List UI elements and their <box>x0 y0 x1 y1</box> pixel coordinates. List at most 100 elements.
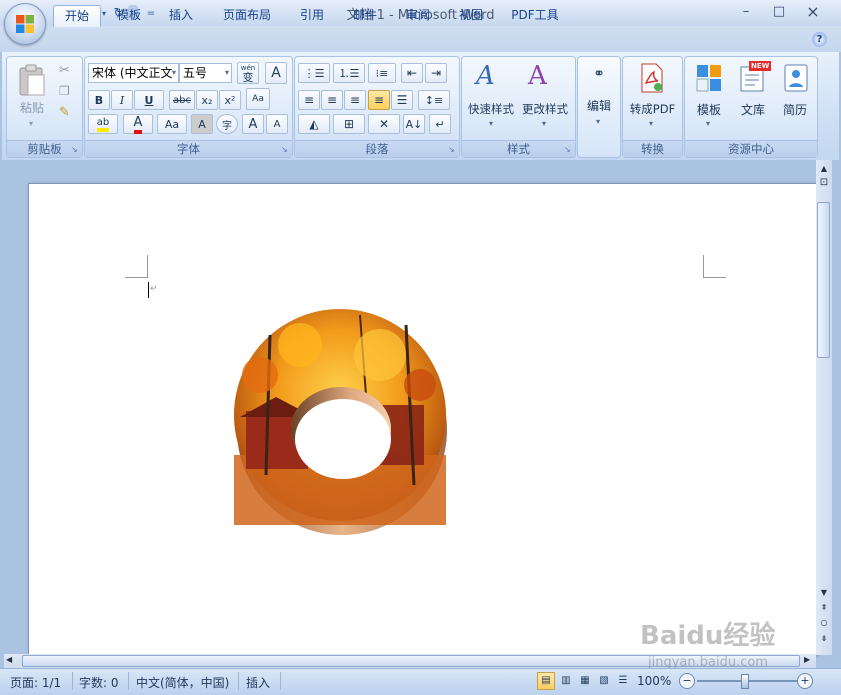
phonetic-guide-button[interactable]: wén 变 <box>237 62 259 84</box>
print-layout-view-icon[interactable]: ▤ <box>537 672 555 690</box>
font-color-button[interactable]: A <box>123 114 153 134</box>
convert-to-pdf-button[interactable]: 转成PDF <box>623 101 682 117</box>
minimize-button[interactable]: – <box>733 2 759 22</box>
tab-mailings[interactable]: 邮件 <box>345 5 385 26</box>
draft-view-icon[interactable]: ☰ <box>614 672 632 690</box>
bullets-button[interactable]: ⋮☰ <box>298 63 330 83</box>
shrink-font-button[interactable]: A <box>266 114 288 134</box>
scroll-left-arrow-icon[interactable]: ◀ <box>6 655 12 664</box>
close-button[interactable]: × <box>800 2 826 22</box>
editing-dropdown-icon[interactable]: ▾ <box>596 117 600 126</box>
template-icon[interactable] <box>695 63 723 93</box>
font-name-combo[interactable]: 宋体 (中文正文 ▾ <box>88 63 179 83</box>
tab-home[interactable]: 开始 <box>53 5 101 27</box>
character-border-button[interactable]: A <box>265 62 287 84</box>
format-painter-icon[interactable]: ✎ <box>59 105 70 120</box>
font-name-dropdown-icon[interactable]: ▾ <box>172 64 176 82</box>
font-size-combo[interactable]: 五号 ▾ <box>179 63 232 83</box>
copy-icon[interactable]: ❐ <box>59 84 70 98</box>
template-dropdown-icon[interactable]: ▾ <box>706 119 710 128</box>
bold-button[interactable]: B <box>88 90 110 110</box>
torus-picture[interactable] <box>230 305 450 537</box>
zoom-out-icon[interactable]: − <box>679 673 695 689</box>
strikethrough-button[interactable]: abc <box>169 90 195 110</box>
increase-indent-button[interactable]: ⇥ <box>425 63 447 83</box>
borders-button[interactable]: ⊞ <box>333 114 365 134</box>
justify-button[interactable]: ≡ <box>368 90 390 110</box>
sort-button[interactable]: A↓ <box>403 114 425 134</box>
paragraph-launcher-icon[interactable]: ↘ <box>448 146 456 154</box>
maximize-button[interactable]: □ <box>766 2 792 22</box>
zoom-in-icon[interactable]: + <box>797 673 813 689</box>
tab-insert[interactable]: 插入 <box>161 5 201 26</box>
tab-pdf-tools[interactable]: PDF工具 <box>506 5 564 26</box>
decrease-indent-button[interactable]: ⇤ <box>401 63 423 83</box>
zoom-slider-thumb[interactable] <box>741 674 749 689</box>
tab-references[interactable]: 引用 <box>292 5 332 26</box>
shading-button[interactable]: ◭ <box>298 114 330 134</box>
template-button[interactable]: 模板 <box>689 101 729 118</box>
chinese-layout-button[interactable]: ✕ <box>368 114 400 134</box>
align-center-button[interactable]: ≡ <box>321 90 343 110</box>
previous-page-icon[interactable]: ⇞ <box>816 601 832 615</box>
change-styles-dropdown-icon[interactable]: ▾ <box>542 119 546 128</box>
change-styles-icon[interactable]: A <box>528 61 547 91</box>
status-insert-mode[interactable]: 插入 <box>246 674 270 691</box>
tab-review[interactable]: 审阅 <box>398 5 438 26</box>
tab-view[interactable]: 视图 <box>451 5 491 26</box>
outline-view-icon[interactable]: ▧ <box>595 672 613 690</box>
text-highlight-button[interactable]: ab <box>88 114 118 134</box>
web-layout-icon[interactable]: ▦ <box>576 672 594 690</box>
status-word-count[interactable]: 字数: 0 <box>79 674 119 691</box>
align-right-button[interactable]: ≡ <box>344 90 366 110</box>
grow-font-button[interactable]: A <box>242 114 264 134</box>
numbering-button[interactable]: ⒈☰ <box>333 63 365 83</box>
zoom-level[interactable]: 100% <box>637 674 671 688</box>
scroll-right-arrow-icon[interactable]: ▶ <box>804 655 810 664</box>
resume-icon[interactable] <box>783 63 809 93</box>
convert-dropdown-icon[interactable]: ▾ <box>649 119 653 128</box>
tab-templates[interactable]: 模板 <box>109 5 149 26</box>
font-size-dropdown-icon[interactable]: ▾ <box>225 64 229 82</box>
pdf-icon[interactable] <box>639 63 665 93</box>
vertical-scroll-thumb[interactable] <box>817 202 830 358</box>
italic-button[interactable]: I <box>111 90 133 110</box>
paste-label[interactable]: 粘贴 <box>15 99 49 116</box>
editing-button[interactable]: 编辑 <box>578 97 620 114</box>
align-left-button[interactable]: ≡ <box>298 90 320 110</box>
ruler-toggle-icon[interactable]: ▲ <box>816 162 832 176</box>
status-page[interactable]: 页面: 1/1 <box>10 674 61 691</box>
library-button[interactable]: 文库 <box>733 101 773 118</box>
superscript-button[interactable]: x² <box>219 90 241 110</box>
scroll-down-arrow-icon[interactable]: ▼ <box>816 586 832 600</box>
binoculars-icon[interactable]: ⚭ <box>588 63 610 85</box>
quick-styles-button[interactable]: 快速样式 <box>465 101 517 117</box>
paste-icon[interactable] <box>17 63 47 97</box>
styles-launcher-icon[interactable]: ↘ <box>564 146 572 154</box>
multilevel-list-button[interactable]: ⁝≡ <box>368 63 396 83</box>
change-styles-button[interactable]: 更改样式 <box>518 101 572 117</box>
view-ruler-icon[interactable]: ⊡ <box>816 176 832 190</box>
underline-button[interactable]: U <box>134 90 164 110</box>
line-spacing-button[interactable]: ↕≡ <box>418 90 450 110</box>
status-language[interactable]: 中文(简体，中国) <box>136 674 229 691</box>
select-browse-object-icon[interactable]: ○ <box>816 616 832 630</box>
tab-page-layout[interactable]: 页面布局 <box>216 5 278 26</box>
cut-icon[interactable]: ✂ <box>59 63 70 78</box>
clipboard-launcher-icon[interactable]: ↘ <box>71 146 79 154</box>
full-screen-reading-icon[interactable]: ▥ <box>557 672 575 690</box>
subscript-button[interactable]: x₂ <box>196 90 218 110</box>
quick-styles-icon[interactable]: A <box>476 61 495 91</box>
clear-formatting-button[interactable]: Aa <box>246 88 270 110</box>
next-page-icon[interactable]: ⇟ <box>816 632 832 646</box>
enclose-characters-button[interactable]: 字 <box>216 114 238 134</box>
paste-dropdown-icon[interactable]: ▾ <box>29 119 33 128</box>
font-launcher-icon[interactable]: ↘ <box>281 146 289 154</box>
office-button[interactable] <box>4 3 46 45</box>
distributed-button[interactable]: ☰ <box>391 90 413 110</box>
quick-styles-dropdown-icon[interactable]: ▾ <box>489 119 493 128</box>
change-case-button[interactable]: Aa <box>157 114 187 134</box>
resume-button[interactable]: 简历 <box>775 101 815 118</box>
character-shading-button[interactable]: A <box>191 114 213 134</box>
show-marks-button[interactable]: ↵ <box>429 114 451 134</box>
